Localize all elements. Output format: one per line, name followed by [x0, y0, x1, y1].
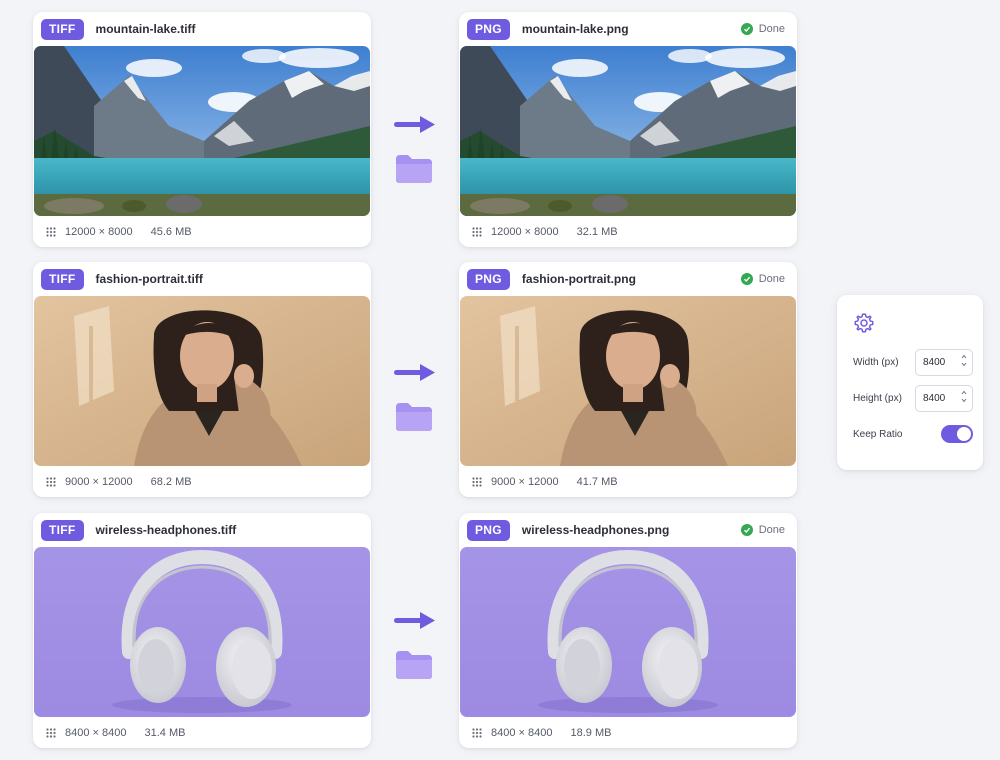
source-card[interactable]: TIFF mountain-lake.tiff 12000 × 8000 45.…: [33, 12, 371, 247]
status-text: Done: [758, 273, 785, 285]
gear-icon[interactable]: [853, 312, 875, 334]
grid-icon: [472, 476, 482, 487]
image-dimensions: 8400 × 8400: [491, 726, 553, 739]
arrow-right-icon: [394, 116, 435, 133]
file-size: 41.7 MB: [576, 475, 618, 488]
mountain-lake-image: [460, 46, 796, 216]
output-card[interactable]: PNG mountain-lake.png Done 12000 × 8000 …: [459, 12, 797, 247]
grid-icon: [46, 226, 56, 237]
mountain-lake-image: [34, 46, 370, 216]
resize-settings-panel: Width (px) 8400 Height (px) 8400 Keep Ra…: [837, 295, 983, 470]
card-footer: 9000 × 12000 68.2 MB: [33, 466, 371, 497]
folder-icon[interactable]: [395, 650, 433, 680]
format-badge: PNG: [467, 519, 510, 541]
width-row: Width (px) 8400: [853, 349, 973, 376]
wireless-headphones-image: [460, 547, 796, 717]
width-stepper[interactable]: [961, 354, 967, 367]
width-value: 8400: [923, 357, 946, 368]
format-badge: TIFF: [41, 519, 84, 541]
keep-ratio-label: Keep Ratio: [853, 428, 903, 440]
image-thumbnail[interactable]: [34, 46, 370, 216]
file-name: fashion-portrait.tiff: [95, 272, 203, 286]
height-value: 8400: [923, 393, 946, 404]
chevron-down-icon[interactable]: [961, 398, 967, 403]
file-size: 32.1 MB: [576, 225, 618, 238]
height-input[interactable]: 8400: [915, 385, 973, 412]
image-thumbnail[interactable]: [460, 296, 796, 466]
wireless-headphones-image: [34, 547, 370, 717]
image-thumbnail[interactable]: [34, 296, 370, 466]
height-row: Height (px) 8400: [853, 385, 973, 412]
image-thumbnail[interactable]: [34, 547, 370, 717]
file-name: mountain-lake.tiff: [95, 22, 196, 36]
height-label: Height (px): [853, 393, 902, 404]
grid-icon: [472, 226, 482, 237]
card-footer: 12000 × 8000 45.6 MB: [33, 216, 371, 247]
file-size: 68.2 MB: [150, 475, 192, 488]
status-text: Done: [758, 524, 785, 536]
card-header: TIFF fashion-portrait.tiff: [33, 262, 371, 296]
card-header: PNG fashion-portrait.png Done: [459, 262, 797, 296]
folder-icon[interactable]: [395, 402, 433, 432]
width-label: Width (px): [853, 357, 899, 368]
chevron-up-icon[interactable]: [961, 390, 967, 395]
card-header: PNG mountain-lake.png Done: [459, 12, 797, 46]
output-card[interactable]: PNG fashion-portrait.png Done 9000 × 120…: [459, 262, 797, 497]
card-footer: 9000 × 12000 41.7 MB: [459, 466, 797, 497]
file-name: wireless-headphones.png: [521, 523, 670, 537]
check-circle-icon: [740, 273, 753, 285]
card-header: TIFF mountain-lake.tiff: [33, 12, 371, 46]
status-badge: Done: [740, 513, 785, 547]
width-input[interactable]: 8400: [915, 349, 973, 376]
file-size: 31.4 MB: [144, 726, 186, 739]
file-name: wireless-headphones.tiff: [95, 523, 237, 537]
card-header: PNG wireless-headphones.png Done: [459, 513, 797, 547]
grid-icon: [46, 476, 56, 487]
format-badge: PNG: [467, 268, 510, 290]
format-badge: TIFF: [41, 268, 84, 290]
source-card[interactable]: TIFF fashion-portrait.tiff 9000 × 12000 …: [33, 262, 371, 497]
card-header: TIFF wireless-headphones.tiff: [33, 513, 371, 547]
status-badge: Done: [740, 262, 785, 296]
keep-ratio-toggle[interactable]: [941, 425, 973, 443]
image-dimensions: 8400 × 8400: [65, 726, 127, 739]
image-dimensions: 9000 × 12000: [65, 475, 133, 488]
grid-icon: [472, 727, 482, 738]
keep-ratio-row: Keep Ratio: [853, 425, 973, 443]
file-name: mountain-lake.png: [521, 22, 629, 36]
folder-icon[interactable]: [395, 154, 433, 184]
chevron-up-icon[interactable]: [961, 354, 967, 359]
check-circle-icon: [740, 524, 753, 536]
grid-icon: [46, 727, 56, 738]
image-thumbnail[interactable]: [460, 46, 796, 216]
image-dimensions: 12000 × 8000: [65, 225, 133, 238]
file-size: 45.6 MB: [150, 225, 192, 238]
output-card[interactable]: PNG wireless-headphones.png Done 8400 × …: [459, 513, 797, 748]
image-dimensions: 9000 × 12000: [491, 475, 559, 488]
arrow-right-icon: [394, 612, 435, 629]
arrow-right-icon: [394, 364, 435, 381]
toggle-knob: [957, 427, 971, 441]
card-footer: 12000 × 8000 32.1 MB: [459, 216, 797, 247]
card-footer: 8400 × 8400 31.4 MB: [33, 717, 371, 748]
card-footer: 8400 × 8400 18.9 MB: [459, 717, 797, 748]
fashion-portrait-image: [460, 296, 796, 466]
file-name: fashion-portrait.png: [521, 272, 636, 286]
status-badge: Done: [740, 12, 785, 46]
source-card[interactable]: TIFF wireless-headphones.tiff 8400 × 840…: [33, 513, 371, 748]
image-thumbnail[interactable]: [460, 547, 796, 717]
status-text: Done: [758, 23, 785, 35]
chevron-down-icon[interactable]: [961, 362, 967, 367]
format-badge: PNG: [467, 18, 510, 40]
check-circle-icon: [740, 23, 753, 35]
fashion-portrait-image: [34, 296, 370, 466]
image-dimensions: 12000 × 8000: [491, 225, 559, 238]
format-badge: TIFF: [41, 18, 84, 40]
height-stepper[interactable]: [961, 390, 967, 403]
file-size: 18.9 MB: [570, 726, 612, 739]
